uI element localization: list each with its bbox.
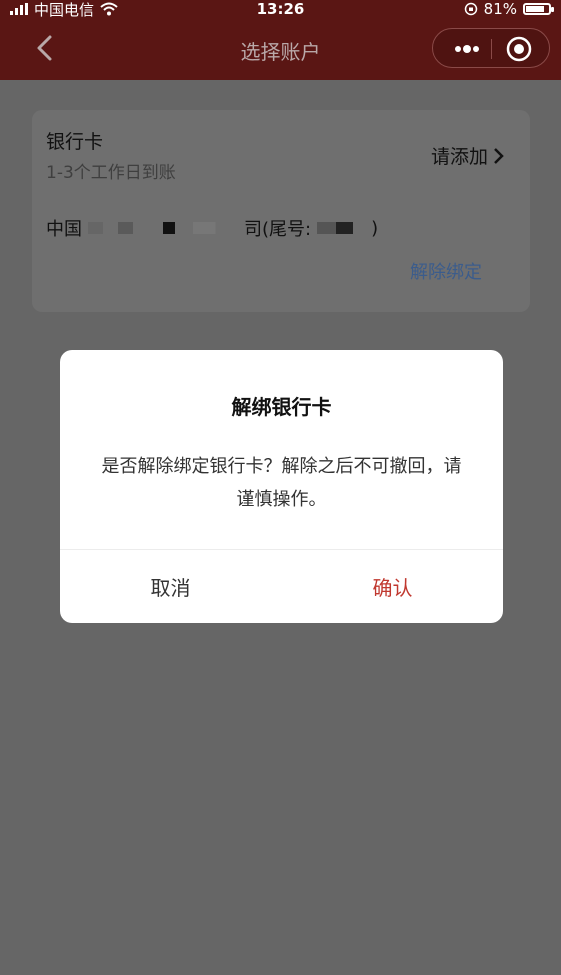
add-card-label: 请添加 <box>430 146 488 168</box>
bank-name-close: ) <box>371 217 379 239</box>
dialog-message: 是否解除绑定银行卡？解除之后不可撤回，请谨慎操作。 <box>101 456 462 510</box>
dialog-title: 解绑银行卡 <box>231 395 332 419</box>
chevron-right-icon <box>494 147 504 164</box>
cancel-button[interactable]: 取消 <box>60 550 281 623</box>
arrival-time-note: 1-3个工作日到账 <box>46 163 176 183</box>
battery-icon <box>523 3 554 15</box>
unbind-link[interactable]: 解除绑定 <box>410 258 482 284</box>
close-mini-program-icon[interactable] <box>505 35 533 63</box>
confirm-button[interactable]: 确认 <box>282 550 503 623</box>
bank-card-section: 银行卡 1-3个工作日到账 请添加 中国 司(尾号: ) 解除绑定 <box>32 110 530 312</box>
redacted-card-tail <box>317 222 366 234</box>
more-icon[interactable] <box>447 29 487 69</box>
bank-card-title: 银行卡 <box>46 131 104 153</box>
status-right: 81% <box>464 0 554 18</box>
mini-program-capsule <box>432 28 550 68</box>
nav-bar: 选择账户 <box>0 18 561 80</box>
unbind-confirm-dialog: 解绑银行卡 是否解除绑定银行卡？解除之后不可撤回，请谨慎操作。 取消 确认 <box>60 350 503 623</box>
status-bar: 中国电信 13:26 81% <box>0 0 561 19</box>
battery-percent: 81% <box>483 0 517 18</box>
orientation-lock-icon <box>464 2 477 16</box>
add-card-button[interactable]: 请添加 <box>431 142 506 169</box>
bank-name-prefix: 中国 <box>46 219 82 240</box>
bank-name-suffix: 司(尾号: <box>244 219 312 240</box>
capsule-divider <box>491 39 492 59</box>
bank-account-row: 中国 司(尾号: ) <box>46 215 378 241</box>
battery-level <box>526 6 544 12</box>
redacted-bank-name <box>88 222 238 234</box>
